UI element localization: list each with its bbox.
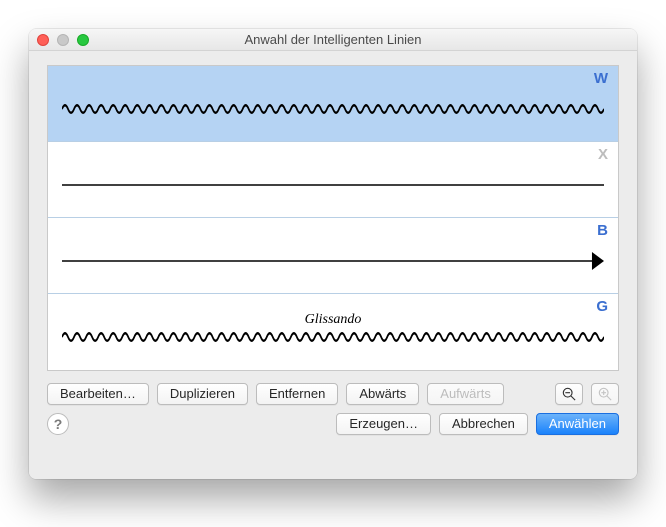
create-button[interactable]: Erzeugen… (336, 413, 431, 435)
straight-line-icon (62, 170, 604, 200)
minimize-icon (57, 34, 69, 46)
close-icon[interactable] (37, 34, 49, 46)
smart-line-list[interactable]: W X B (47, 65, 619, 371)
window-title: Anwahl der Intelligenten Linien (29, 32, 637, 47)
move-up-button: Aufwärts (427, 383, 504, 405)
list-item[interactable]: W (48, 66, 618, 142)
list-item[interactable]: B (48, 218, 618, 294)
select-button[interactable]: Anwählen (536, 413, 619, 435)
line-preview: Glissando (62, 300, 604, 366)
line-preview (62, 72, 604, 137)
list-item[interactable]: X (48, 142, 618, 218)
zoom-out-icon (562, 387, 576, 401)
list-item[interactable]: G Glissando (48, 294, 618, 370)
window-controls (37, 34, 89, 46)
wavy-line-icon (62, 94, 604, 124)
zoom-in-button (591, 383, 619, 405)
cancel-button[interactable]: Abbrechen (439, 413, 528, 435)
titlebar: Anwahl der Intelligenten Linien (29, 29, 637, 51)
zoom-in-icon (598, 387, 612, 401)
help-button[interactable]: ? (47, 413, 69, 435)
arrow-line-icon (62, 246, 604, 276)
line-preview (62, 148, 604, 213)
line-preview (62, 224, 604, 289)
edit-button[interactable]: Bearbeiten… (47, 383, 149, 405)
duplicate-button[interactable]: Duplizieren (157, 383, 248, 405)
action-toolbar: ? Erzeugen… Abbrechen Anwählen (47, 413, 619, 435)
zoom-out-button[interactable] (555, 383, 583, 405)
remove-button[interactable]: Entfernen (256, 383, 338, 405)
line-label: Glissando (305, 312, 362, 328)
zoom-icon[interactable] (77, 34, 89, 46)
content-area: W X B (29, 51, 637, 449)
dialog-window: Anwahl der Intelligenten Linien W X (29, 29, 637, 479)
move-down-button[interactable]: Abwärts (346, 383, 419, 405)
edit-toolbar: Bearbeiten… Duplizieren Entfernen Abwärt… (47, 383, 619, 405)
